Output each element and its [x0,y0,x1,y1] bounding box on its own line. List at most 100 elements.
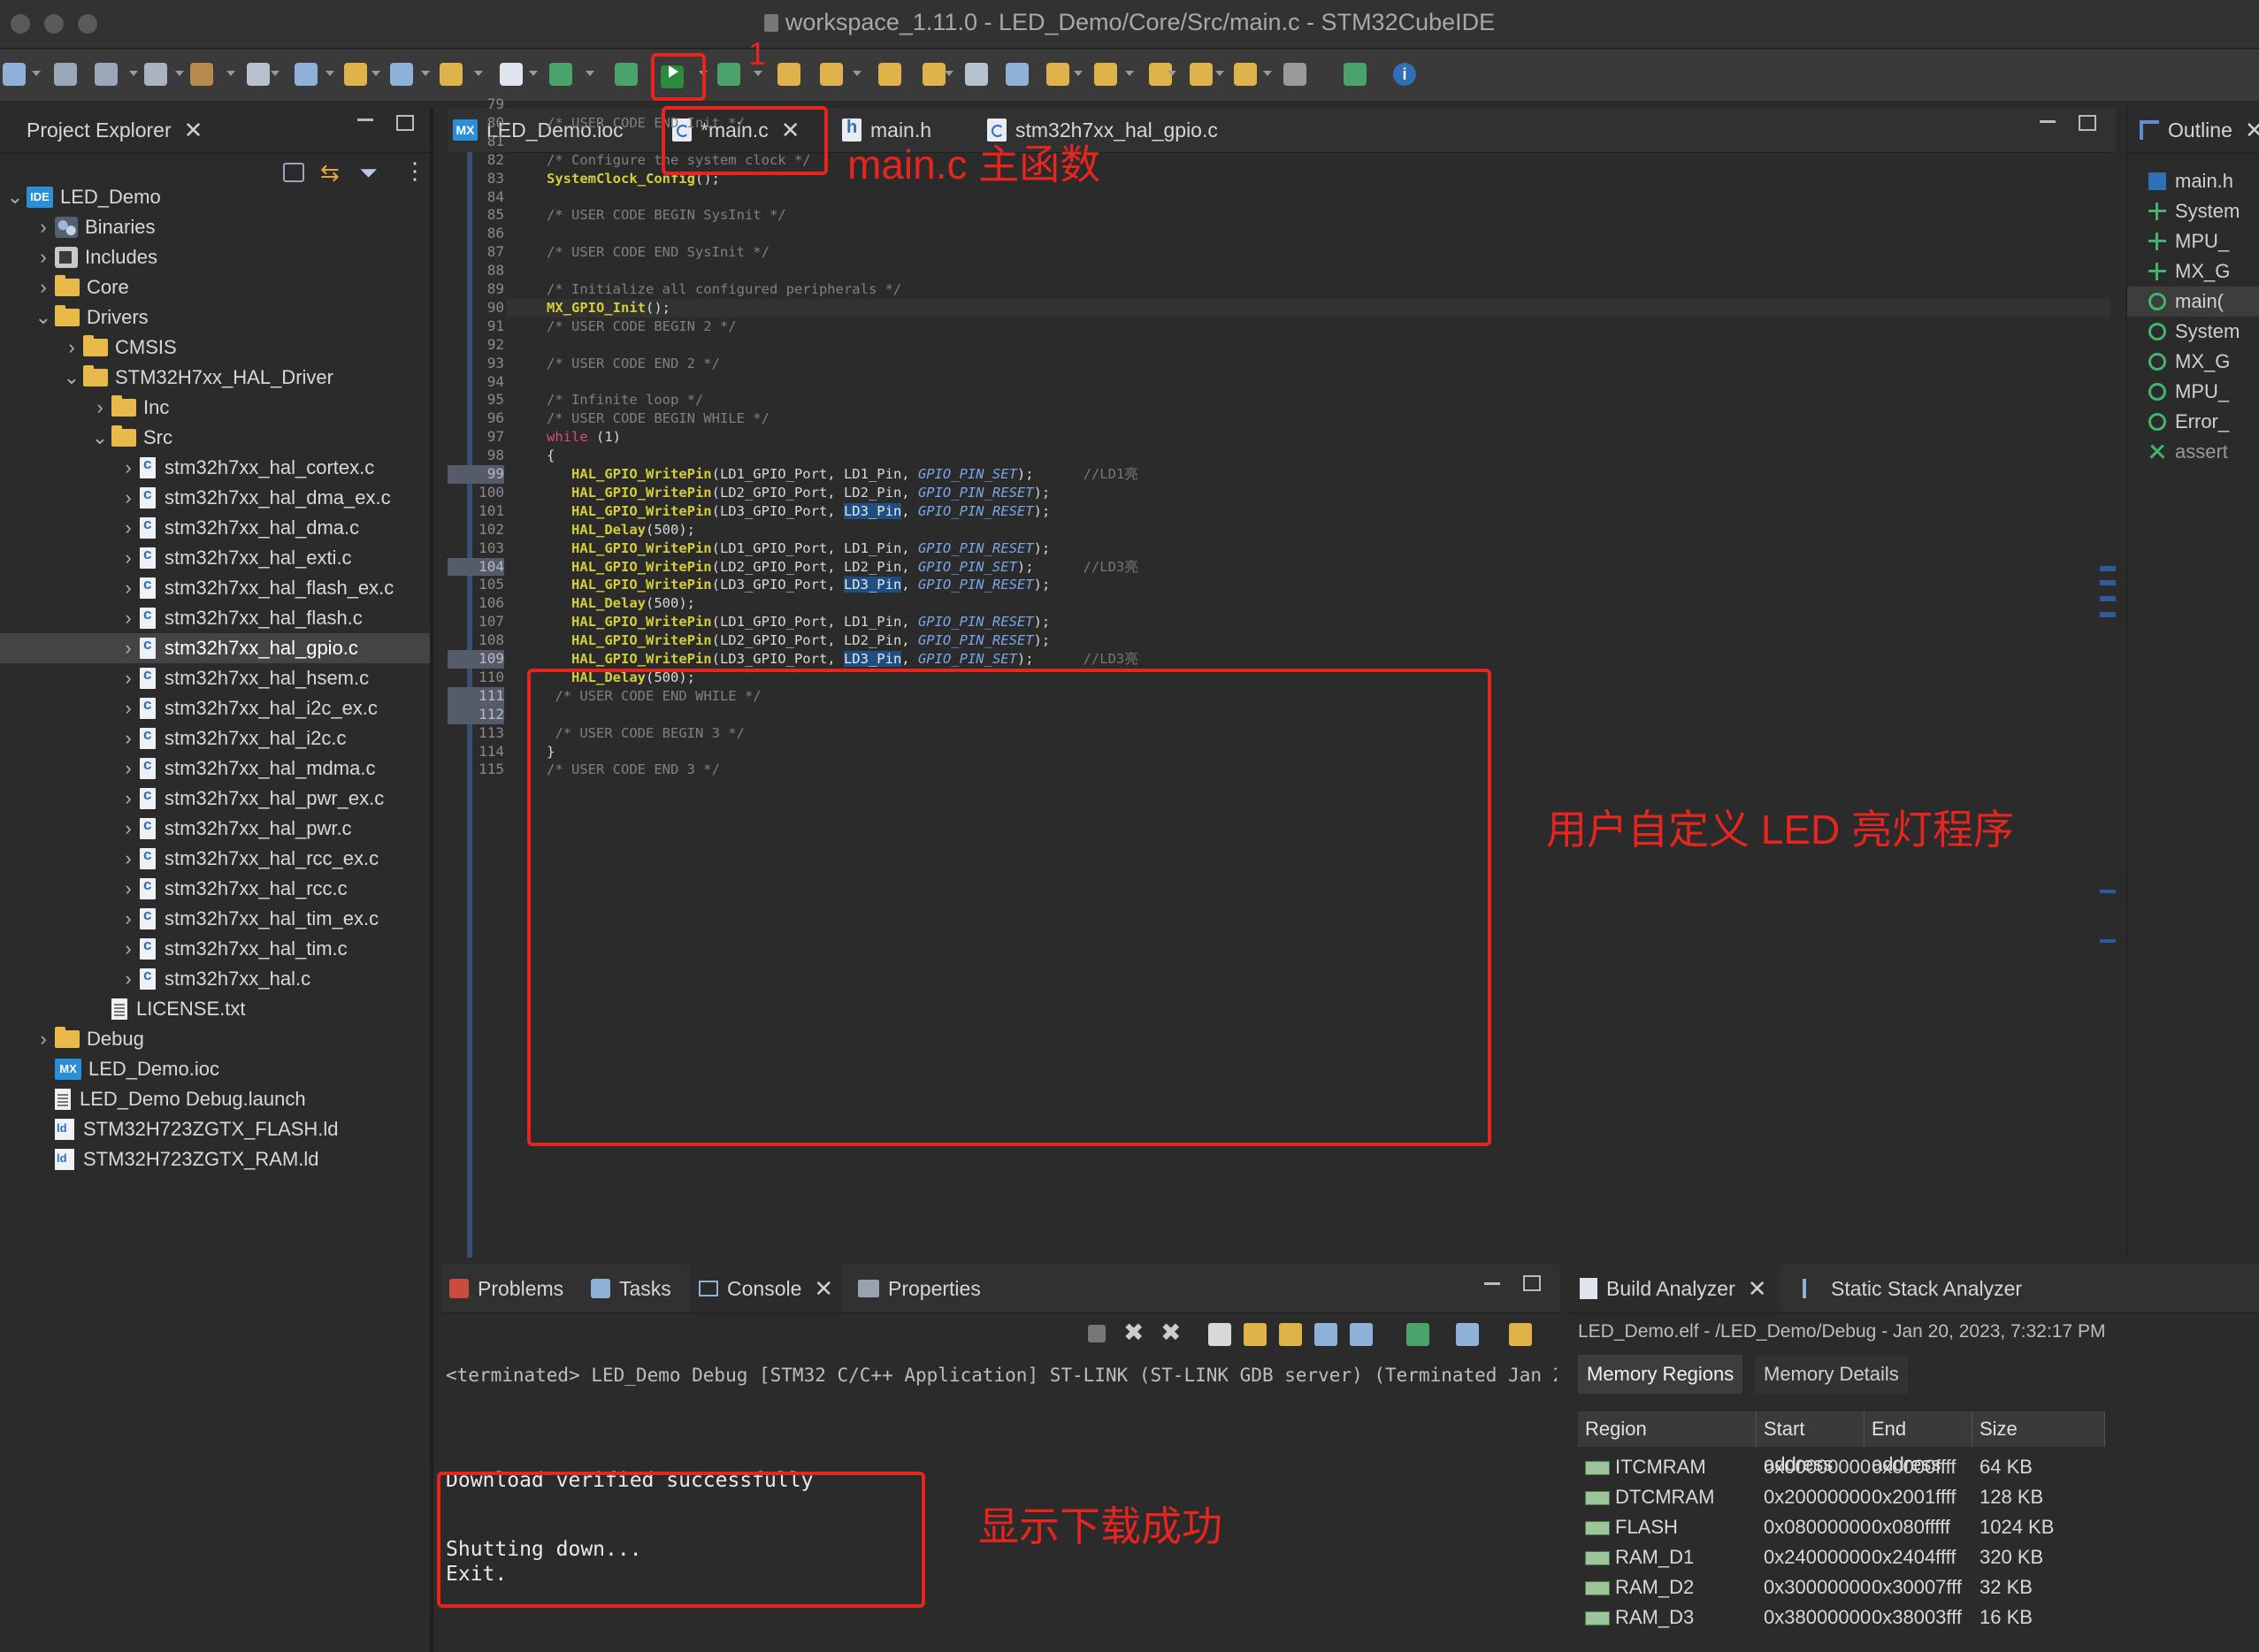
code-line[interactable]: HAL_GPIO_WritePin(LD1_GPIO_Port, LD1_Pin… [547,465,1138,484]
close-icon[interactable]: ✕ [184,117,203,144]
tree-item[interactable]: › stm32h7xx_hal_pwr.c [0,814,430,844]
chevron-right-icon[interactable]: › [60,336,83,359]
chevron-right-icon[interactable]: › [117,516,140,539]
paragraph-icon[interactable] [1003,60,1031,88]
debug-bug-icon[interactable] [612,60,640,88]
outline-item[interactable]: MPU_ [2148,226,2229,256]
forward-icon[interactable] [1187,60,1215,88]
outline-item[interactable]: Error_ [2148,407,2229,437]
dropdown-arrow-icon[interactable] [1074,71,1083,76]
tree-item[interactable]: STM32H723ZGTX_RAM.ld [0,1144,430,1174]
column-header[interactable]: End address [1865,1411,1972,1475]
subtab-memory-details[interactable]: Memory Details [1755,1355,1908,1394]
scroll-lock-icon[interactable] [1244,1323,1267,1346]
tree-item[interactable]: ⌄ Drivers [0,302,430,333]
tree-item[interactable]: › stm32h7xx_hal_pwr_ex.c [0,784,430,814]
minimize-icon[interactable] [2040,120,2056,123]
tree-item[interactable]: › stm32h7xx_hal_rcc.c [0,874,430,904]
outline-item[interactable]: MX_G [2148,256,2230,287]
tree-item[interactable]: › Includes [0,242,430,272]
code-line[interactable]: HAL_GPIO_WritePin(LD3_GPIO_Port, LD3_Pin… [547,650,1138,669]
code-line[interactable]: HAL_GPIO_WritePin(LD3_GPIO_Port, LD3_Pin… [547,502,1050,521]
code-line[interactable]: HAL_GPIO_WritePin(LD2_GPIO_Port, LD2_Pin… [547,484,1050,502]
view-menu-icon[interactable]: ⋮ [403,159,426,182]
forward-history-icon[interactable] [1281,60,1309,88]
chevron-right-icon[interactable]: › [32,276,55,299]
collapse-all-icon[interactable] [283,163,304,182]
dropdown-arrow-icon[interactable] [421,71,430,76]
tree-item[interactable]: MX LED_Demo.ioc [0,1054,430,1084]
chevron-right-icon[interactable]: › [117,877,140,900]
tab-properties[interactable]: Properties [858,1265,981,1312]
dropdown-arrow-icon[interactable] [853,71,861,76]
code-line[interactable]: /* USER CODE BEGIN 2 */ [547,317,737,336]
remove-all-icon[interactable]: ✖ [1160,1320,1183,1345]
code-line[interactable]: /* USER CODE END SysInit */ [547,243,770,262]
highlight-icon[interactable] [876,60,904,88]
tree-item[interactable]: ⌄ Src [0,423,430,453]
tree-item[interactable]: › CMSIS [0,333,430,363]
open-console-icon[interactable] [1406,1323,1429,1346]
clear-console-icon[interactable] [1208,1323,1231,1346]
code-line[interactable]: /* USER CODE END 2 */ [547,355,720,373]
device-config-icon[interactable] [341,60,370,88]
chevron-down-icon[interactable]: ⌄ [88,426,111,449]
tree-item[interactable]: › stm32h7xx_hal_flash_ex.c [0,573,430,603]
tree-item[interactable]: LICENSE.txt [0,994,430,1024]
column-header[interactable]: Start address [1757,1411,1865,1475]
dropdown-arrow-icon[interactable] [175,71,184,76]
tab-static-stack-analyzer[interactable]: Static Stack Analyzer [1794,1265,2022,1312]
tree-item[interactable]: › stm32h7xx_hal_tim_ex.c [0,904,430,934]
code-line[interactable]: HAL_Delay(500); [547,521,695,539]
open-perspective-icon[interactable] [1341,60,1369,88]
open-type-icon[interactable] [775,60,803,88]
code-line[interactable]: HAL_GPIO_WritePin(LD2_GPIO_Port, LD2_Pin… [547,558,1138,577]
tree-item[interactable]: STM32H723ZGTX_FLASH.ld [0,1114,430,1144]
chevron-right-icon[interactable]: › [117,637,140,660]
dropdown-arrow-icon[interactable] [325,71,334,76]
toggle-icon[interactable] [962,60,991,88]
dropdown-arrow-icon[interactable] [945,71,953,76]
word-wrap-icon[interactable] [1279,1323,1302,1346]
chevron-right-icon[interactable]: › [117,697,140,720]
outline-item[interactable]: MX_G [2148,347,2230,377]
tree-item[interactable]: › stm32h7xx_hal_dma.c [0,513,430,543]
chevron-right-icon[interactable]: › [117,757,140,780]
tree-item[interactable]: › stm32h7xx_hal_mdma.c [0,753,430,784]
dropdown-arrow-icon[interactable] [129,71,138,76]
chevron-right-icon[interactable]: › [117,937,140,960]
maximize-icon[interactable] [2079,115,2096,131]
tree-item[interactable]: ⌄ STM32H7xx_HAL_Driver [0,363,430,393]
chevron-right-icon[interactable]: › [117,907,140,930]
next-annotation-icon[interactable] [1044,60,1072,88]
tree-item[interactable]: › stm32h7xx_hal_rcc_ex.c [0,844,430,874]
chevron-right-icon[interactable]: › [117,607,140,630]
chevron-right-icon[interactable]: › [117,547,140,570]
dropdown-arrow-icon[interactable] [529,71,538,76]
dropdown-arrow-icon[interactable] [271,71,280,76]
code-line[interactable]: MX_GPIO_Init(); [547,299,670,317]
inspect-icon[interactable] [292,60,320,88]
dropdown-arrow-icon[interactable] [1125,71,1134,76]
new-file-icon[interactable] [497,60,525,88]
tree-item[interactable]: › stm32h7xx_hal_hsem.c [0,663,430,693]
tab-console[interactable]: Console ✕ [690,1265,843,1312]
new-class-icon[interactable] [387,60,416,88]
maximize-icon[interactable] [1523,1275,1541,1291]
code-line[interactable]: HAL_GPIO_WritePin(LD2_GPIO_Port, LD2_Pin… [547,631,1050,650]
outline-item[interactable]: assert [2148,437,2228,467]
dropdown-arrow-icon[interactable] [474,71,483,76]
outline-item[interactable]: System [2148,317,2240,347]
link-editor-icon[interactable]: ⇆ [320,161,343,184]
tree-item[interactable]: › stm32h7xx_hal_i2c.c [0,723,430,753]
chevron-right-icon[interactable]: › [88,396,111,419]
back-history-icon[interactable] [1231,60,1260,88]
minimize-icon[interactable] [1484,1282,1500,1285]
refresh-icon[interactable] [547,60,575,88]
info-icon[interactable]: i [1390,60,1419,88]
tree-item[interactable]: › stm32h7xx_hal_cortex.c [0,453,430,483]
dropdown-arrow-icon[interactable] [586,71,594,76]
tree-item[interactable]: › Binaries [0,212,430,242]
tree-item[interactable]: › Inc [0,393,430,423]
console-menu-icon[interactable] [1509,1323,1532,1346]
